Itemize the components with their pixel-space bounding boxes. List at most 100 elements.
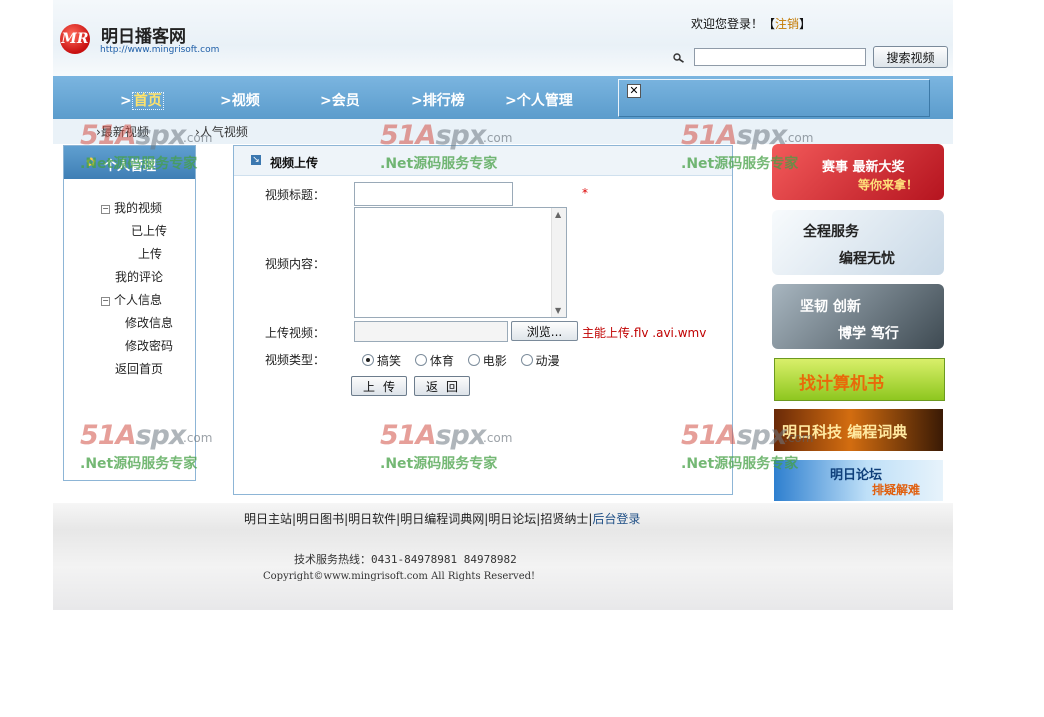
banner-contest[interactable]: 赛事 最新大奖 等你来拿！ [772,144,944,200]
logout-link[interactable]: 注销 [775,17,799,31]
video-type-radio-group: 搞笑 体育 电影 动漫 [362,352,570,369]
nav-video-label: 视频 [231,93,260,109]
subnav-latest-label: 最新视频 [100,125,149,139]
banner-motto[interactable]: 坚韧 创新 博学 笃行 [772,284,944,349]
nav-ranking-label: 排行榜 [422,93,465,109]
banner-dictionary[interactable]: 明日科技 编程词典 [774,409,943,451]
users-icon: ✿ [86,155,97,169]
banner-service-line1: 全程服务 [803,224,859,240]
banner-dictionary-line1: 明日科技 编程词典 [782,423,908,441]
tree-personal-info-label: 个人信息 [114,293,163,307]
file-path-field[interactable] [354,321,508,342]
close-icon[interactable]: ✕ [627,84,641,98]
nav-arrow-icon: > [220,93,232,109]
banner-service-line2: 编程无忧 [839,251,895,267]
scroll-down-icon[interactable]: ▼ [555,306,561,315]
logo-mark[interactable]: MR [60,24,90,54]
video-type-label: 视频类型： [265,353,326,367]
banner-forum[interactable]: 明日论坛 排疑解难 [774,460,943,501]
radio-unselected[interactable] [414,354,427,366]
site-url[interactable]: http://www.mingrisoft.com [100,45,219,55]
nav-arrow-icon: > [411,93,423,109]
footer-links: 明日主站|明日图书|明日软件|明日编程词典网|明日论坛|招贤纳士|后台登录 [244,510,640,527]
banner-books[interactable]: 找计算机书 [774,358,945,401]
copyright: Copyright©www.mingrisoft.com All Rights … [263,571,536,582]
site-title[interactable]: 明日播客网 [101,22,186,47]
footer-link-books[interactable]: 明日图书 [296,512,344,526]
subnav-latest[interactable]: ›最新视频 [96,123,149,140]
footer-link-admin-login[interactable]: 后台登录 [592,512,640,526]
tree-my-comments[interactable]: 我的评论 [115,268,163,285]
search-video-button[interactable]: 搜索视频 [873,46,948,68]
type-radio-movie[interactable]: 电影 [467,352,507,369]
tree-uploaded[interactable]: 已上传 [131,222,167,239]
nav-personal[interactable]: >个人管理 [505,90,573,110]
type-radio-comedy[interactable]: 搞笑 [362,352,401,369]
footer: 明日主站|明日图书|明日软件|明日编程词典网|明日论坛|招贤纳士|后台登录 技术… [53,503,953,610]
banner-forum-line2: 排疑解难 [872,483,921,497]
nav-member-label: 会员 [331,93,360,109]
personal-menu-title: 个人管理 [104,159,157,174]
footer-link-dictionary[interactable]: 明日编程词典网 [400,512,484,526]
upload-submit-button[interactable]: 上传 [351,376,407,396]
video-content-textarea[interactable]: ▲ ▼ [354,207,567,318]
back-button[interactable]: 返回 [414,376,470,396]
video-title-label: 视频标题： [265,188,326,202]
page: MR 明日播客网 http://www.mingrisoft.com 欢迎您登录… [53,0,953,610]
nav-popup-box [618,79,930,117]
browse-button[interactable]: 浏览... [511,321,578,341]
tree-personal-info[interactable]: − 个人信息 [101,291,162,308]
bracket-open: 【 [763,17,776,31]
footer-link-software[interactable]: 明日软件 [348,512,396,526]
banner-motto-line2: 博学 笃行 [838,326,899,342]
subnav-popular[interactable]: ›人气视频 [195,123,248,140]
nav-home[interactable]: > 首页 [120,90,164,110]
type-radio-anime-label: 动漫 [535,354,560,368]
type-radio-sports[interactable]: 体育 [414,352,454,369]
radio-unselected[interactable] [467,354,480,366]
bracket-close: 】 [799,17,812,31]
upload-form-panel: ↘ 视频上传 视频标题： * 视频内容： ▲ ▼ 上传视频： 浏览... 主能上… [233,145,733,495]
radio-unselected[interactable] [520,354,533,366]
banner-contest-line1: 赛事 最新大奖 [822,160,905,175]
upload-video-label: 上传视频： [265,326,326,340]
nav-arrow-icon: > [505,93,517,109]
upload-form-header: ↘ 视频上传 [234,146,732,176]
textarea-scrollbar[interactable]: ▲ ▼ [551,208,566,317]
banner-contest-line2: 等你来拿！ [858,178,919,192]
video-content-label: 视频内容： [265,257,326,271]
search-icon [673,53,684,63]
banner-books-line1: 找计算机书 [799,374,884,394]
collapse-icon[interactable]: − [101,205,110,214]
nav-member[interactable]: >会员 [320,90,360,110]
nav-personal-label: 个人管理 [516,93,573,109]
footer-link-forum[interactable]: 明日论坛 [488,512,536,526]
collapse-icon[interactable]: − [101,297,110,306]
tree-upload[interactable]: 上传 [138,245,162,262]
tree-my-videos[interactable]: − 我的视频 [101,199,162,216]
video-title-input[interactable] [354,182,513,206]
search-input[interactable] [694,48,866,66]
footer-link-jobs[interactable]: 招贤纳士 [540,512,588,526]
required-mark: * [582,186,588,200]
scroll-up-icon[interactable]: ▲ [555,210,561,219]
tree-edit-info[interactable]: 修改信息 [125,314,173,331]
tree-my-videos-label: 我的视频 [114,201,163,215]
footer-link-main[interactable]: 明日主站 [244,512,292,526]
tree-change-password[interactable]: 修改密码 [125,337,173,354]
radio-selected[interactable] [362,354,374,366]
nav-arrow-icon: > [320,93,332,109]
nav-arrow-icon: > [120,93,132,109]
welcome-text: 欢迎您登录！ [691,17,764,31]
arrow-box-icon: ↘ [251,155,261,165]
support-hotline: 技术服务热线：0431-84978981 84978982 [294,553,517,566]
banner-service[interactable]: 全程服务 编程无忧 [772,210,944,275]
upload-format-hint: 主能上传.flv .avi.wmv [582,326,707,340]
type-radio-anime[interactable]: 动漫 [520,352,560,369]
nav-ranking[interactable]: >排行榜 [411,90,465,110]
main-nav: > 首页 >视频 >会员 >排行榜 >个人管理 ✕ [53,76,953,119]
header: MR 明日播客网 http://www.mingrisoft.com 欢迎您登录… [53,0,953,76]
nav-video[interactable]: >视频 [220,90,260,110]
tree-back-home[interactable]: 返回首页 [115,360,163,377]
type-radio-sports-label: 体育 [429,354,454,368]
